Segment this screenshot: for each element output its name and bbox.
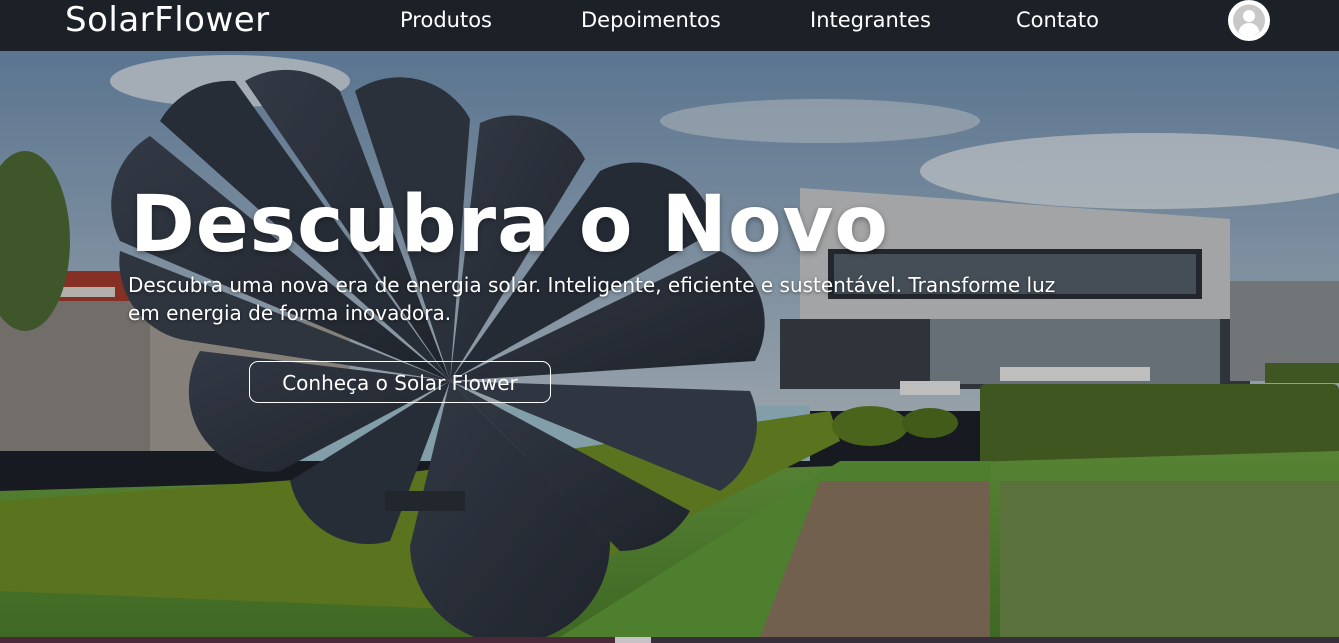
bottom-strip-segment [615, 637, 651, 643]
user-avatar-button[interactable] [1228, 0, 1270, 41]
nav-link-depoimentos[interactable]: Depoimentos [581, 0, 721, 40]
hero-section: Descubra o Novo Descubra uma nova era de… [0, 51, 1339, 637]
nav-link-contato[interactable]: Contato [1016, 0, 1099, 40]
hero-title: Descubra o Novo [130, 180, 889, 270]
brand-logo[interactable]: SolarFlower [65, 0, 270, 41]
hero-overlay [0, 51, 1339, 637]
user-avatar-icon [1233, 4, 1265, 37]
discover-solar-flower-button[interactable]: Conheça o Solar Flower [249, 361, 551, 403]
bottom-strip [0, 637, 1339, 643]
bottom-strip-segment [0, 637, 615, 643]
nav-link-integrantes[interactable]: Integrantes [810, 0, 931, 40]
nav-link-produtos[interactable]: Produtos [400, 0, 492, 40]
top-navbar: SolarFlower Produtos Depoimentos Integra… [0, 0, 1339, 51]
hero-description: Descubra uma nova era de energia solar. … [128, 273, 1056, 325]
bottom-strip-segment [651, 637, 1339, 643]
